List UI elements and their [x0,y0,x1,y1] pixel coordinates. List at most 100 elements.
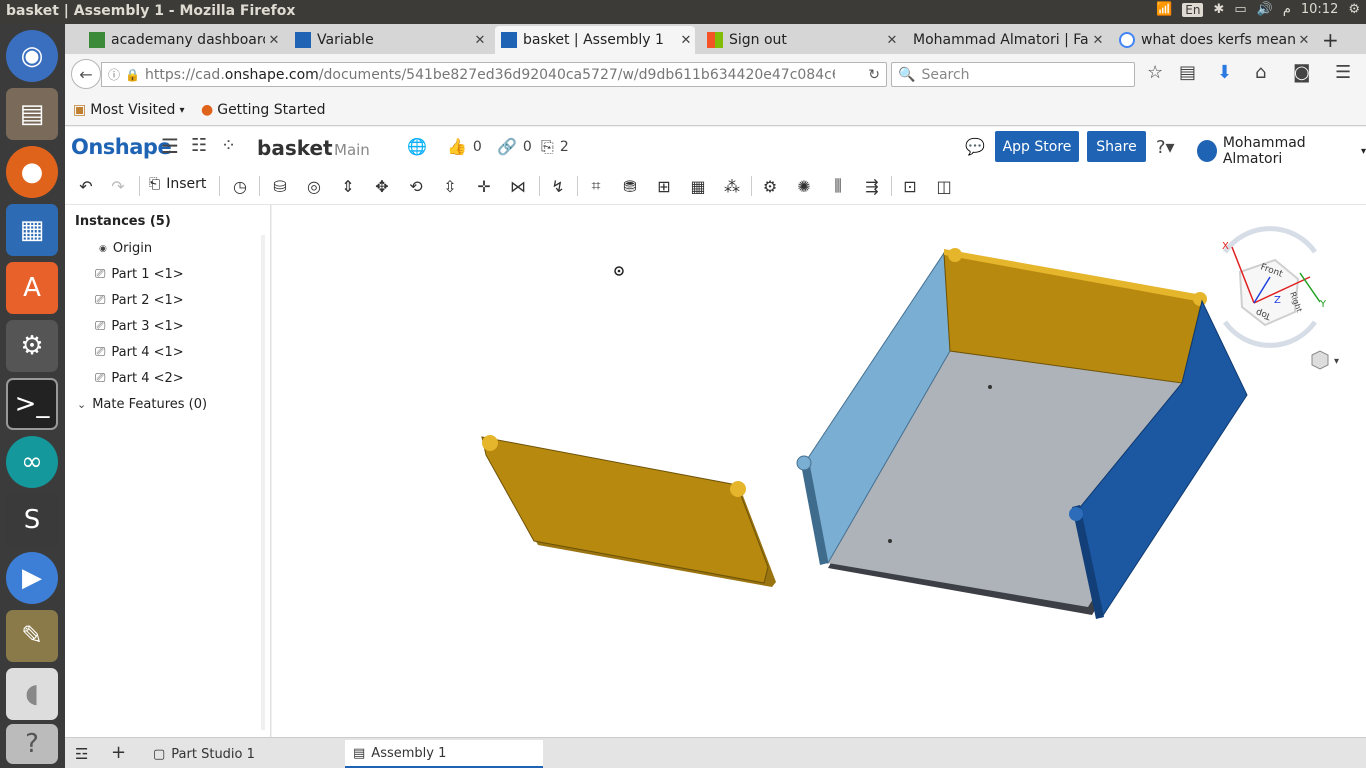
pocket-icon[interactable]: ◙ [1293,62,1310,83]
share-button[interactable]: Share [1087,131,1146,162]
fastened-mate-icon[interactable]: ⛁ [269,176,291,196]
bluetooth-icon[interactable]: ✱ [1213,2,1224,17]
close-tab-icon[interactable]: ✕ [677,33,695,48]
close-tab-icon[interactable]: ✕ [1089,33,1107,48]
measure-icon[interactable]: ⊡ [899,176,921,196]
cylindrical-mate-icon[interactable]: ⟲ [405,176,427,196]
back-arrow-icon[interactable]: ← [71,59,101,89]
search-input[interactable]: 🔍 Search [891,62,1135,87]
screw-relation-icon[interactable]: ⫼ [827,176,849,196]
getting-started-bookmark[interactable]: ● Getting Started [201,102,325,118]
close-tab-icon[interactable]: ✕ [1295,33,1313,48]
history-icon[interactable]: ◷ [229,176,251,196]
tab-academany[interactable]: academany dashboard ✕ [83,26,283,54]
parallel-mate-icon[interactable]: ⋈ [507,176,529,196]
close-tab-icon[interactable]: ✕ [471,33,489,48]
reading-list-icon[interactable]: ▤ [1179,62,1196,83]
sublime-text-icon[interactable]: S [6,494,58,546]
ubuntu-dash-icon[interactable]: ◉ [6,30,58,82]
instance-part-4-2[interactable]: ⎚ Part 4 <2> [95,371,184,386]
3d-viewport[interactable]: X Y Z Front Top Right ▾ [272,205,1366,737]
writer-icon[interactable]: ▦ [6,204,58,256]
downloads-arrow-icon[interactable]: ⬇ [1217,62,1232,83]
tab-part-studio[interactable]: ▢ Part Studio 1 [145,740,341,768]
instance-part-1[interactable]: ⎚ Part 1 <1> [95,267,184,282]
app-store-button[interactable]: App Store [995,131,1079,162]
tab-sign-out[interactable]: Sign out ✕ [701,26,901,54]
clock[interactable]: 10:12 [1301,2,1338,17]
add-tab-plus-icon[interactable]: + [103,738,126,766]
linear-relation-icon[interactable]: ⇶ [861,176,883,196]
comment-icon[interactable]: 💬 [965,137,985,156]
detached-panel-part[interactable] [481,435,776,587]
add-instance-icon[interactable]: ⁘ [221,135,236,156]
gimp-icon[interactable]: ✎ [6,610,58,662]
firefox-icon[interactable]: ● [6,146,58,198]
mate-features-folder[interactable]: ⌄ Mate Features (0) [77,397,207,412]
instance-origin[interactable]: ◉ Origin [95,241,152,256]
section-view-icon[interactable]: ◫ [933,176,955,196]
info-icon[interactable]: ⓘ [108,66,120,83]
tab-basket-assembly[interactable]: basket | Assembly 1 ✕ [495,26,695,54]
tab-assembly[interactable]: ▤ Assembly 1 [345,740,543,768]
hamburger-menu-icon[interactable]: ☰ [161,134,179,158]
battery-icon[interactable]: ▭ [1234,2,1246,17]
home-icon[interactable]: ⌂ [1255,62,1266,83]
close-tab-icon[interactable]: ✕ [883,33,901,48]
volume-icon[interactable]: 🔊 [1257,2,1273,17]
onshape-logo[interactable]: Onshape [71,135,172,159]
panel-scrollbar[interactable] [261,235,265,730]
basket-part[interactable] [796,248,1248,619]
view-cube[interactable]: X Y Z Front Top Right [1222,226,1327,348]
copies-button[interactable]: ⎘ 2 [541,137,569,157]
group-icon[interactable]: ⛃ [619,176,641,196]
planar-mate-icon[interactable]: ✥ [371,176,393,196]
ball-mate-icon[interactable]: ✛ [473,176,495,196]
tab-manager-icon[interactable]: ☲ [67,740,88,768]
keyboard-language[interactable]: En [1182,2,1204,17]
settings-gear-icon[interactable]: ⚙ [1348,2,1360,17]
user-menu[interactable]: Mohammad Almatori ▾ [1197,135,1366,167]
media-player-icon[interactable]: ▶ [6,552,58,604]
close-tab-icon[interactable]: ✕ [265,33,283,48]
undo-icon[interactable]: ↶ [75,176,97,196]
help-icon[interactable]: ? [6,724,58,764]
system-settings-icon[interactable]: ⚙ [6,320,58,372]
bookmark-star-icon[interactable]: ☆ [1147,62,1163,83]
gear-icon[interactable]: ⚙ [759,176,781,196]
new-tab-plus-icon[interactable]: + [1322,28,1339,52]
feature-list-icon[interactable]: ☷ [191,135,207,156]
instance-part-4-1[interactable]: ⎚ Part 4 <1> [95,345,184,360]
hamburger-menu-icon[interactable]: ☰ [1335,62,1351,83]
most-visited-bookmark[interactable]: ▣ Most Visited ▾ [73,102,184,118]
redo-icon[interactable]: ↷ [107,176,129,196]
assembly-model[interactable]: X Y Z Front Top Right ▾ [272,205,1366,737]
globe-icon[interactable]: 🌐 [407,137,427,156]
mate-connector-icon[interactable]: ⌗ [585,176,607,196]
wifi-icon[interactable]: 📶 [1156,2,1172,17]
tab-mohammad[interactable]: Mohammad Almatori | Fa ✕ [907,26,1107,54]
links-button[interactable]: 🔗 0 [497,137,532,156]
software-center-icon[interactable]: A [6,262,58,314]
help-icon[interactable]: ?▾ [1156,137,1175,158]
view-cube-menu[interactable]: ▾ [1311,350,1339,370]
document-name[interactable]: basket [257,136,333,160]
like-button[interactable]: 👍 0 [447,137,482,156]
instance-part-3[interactable]: ⎚ Part 3 <1> [95,319,184,334]
revolute-mate-icon[interactable]: ◎ [303,176,325,196]
files-icon[interactable]: ▤ [6,88,58,140]
terminal-icon[interactable]: >_ [6,378,58,430]
mouse-settings-icon[interactable]: ◖ [6,668,58,720]
url-bar[interactable]: ⓘ 🔒 https://cad.onshape.com/documents/54… [101,62,887,87]
tangent-mate-icon[interactable]: ↯ [547,176,569,196]
rack-pinion-icon[interactable]: ✺ [793,176,815,196]
reload-icon[interactable]: ↻ [868,67,880,83]
tab-google-kerfs[interactable]: what does kerfs mean ✕ [1113,26,1313,54]
tab-variable[interactable]: Variable ✕ [289,26,489,54]
insert-button[interactable]: ⎗ Insert [149,176,206,192]
explode-icon[interactable]: ⁂ [721,176,743,196]
document-branch[interactable]: Main [334,141,370,159]
arduino-icon[interactable]: ∞ [6,436,58,488]
slider-mate-icon[interactable]: ⇕ [337,176,359,196]
instance-part-2[interactable]: ⎚ Part 2 <1> [95,293,184,308]
